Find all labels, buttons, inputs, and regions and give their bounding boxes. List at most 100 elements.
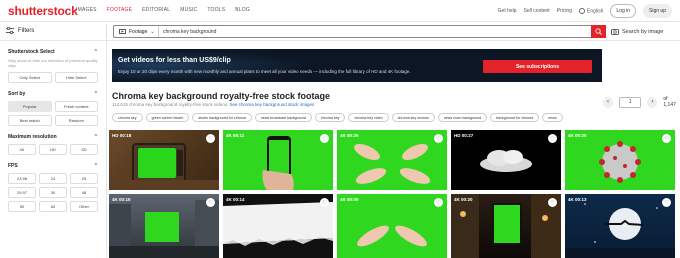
resolution-sd-option[interactable]: SD <box>70 144 98 155</box>
related-search-chip[interactable]: green screen beach <box>145 113 190 122</box>
shutterstock-logo[interactable]: shutterstock <box>8 4 78 18</box>
clip-info: 4K 00:26 <box>340 133 359 138</box>
sort-section-header[interactable]: Sort by ⌃ <box>8 91 98 97</box>
resolution-badge: 4K <box>340 133 346 138</box>
login-button[interactable]: Log in <box>610 4 637 18</box>
duration: 00:15 <box>119 197 131 202</box>
heart-icon[interactable]: ♡ <box>320 198 329 207</box>
video-thumbnail[interactable]: 4K 00:26 ♡ <box>337 130 447 190</box>
pricing-link[interactable]: Pricing <box>557 8 572 14</box>
fps-option[interactable]: Other <box>70 201 98 212</box>
video-thumbnail[interactable]: 4K 00:15 ♡ <box>109 194 219 258</box>
heart-icon[interactable]: ♡ <box>548 134 557 143</box>
related-search-chip[interactable]: chroma key video <box>348 113 389 122</box>
filter-sidebar: Shutterstock Select ⌃ Only show or hide o… <box>0 41 107 258</box>
fps-option[interactable]: 29.97 <box>8 187 36 198</box>
nav-footage[interactable]: FOOTAGE <box>107 7 132 13</box>
resolution-badge: HD <box>454 133 461 138</box>
next-page-button[interactable]: › <box>647 96 658 108</box>
duration: 00:26 <box>347 133 359 138</box>
related-search-chip[interactable]: studio background for chroma <box>192 113 252 122</box>
duration: 00:14 <box>233 197 245 202</box>
previous-page-button[interactable]: ‹ <box>603 96 614 108</box>
heart-icon[interactable]: ♡ <box>662 198 671 207</box>
heart-icon[interactable]: ♡ <box>548 198 557 207</box>
duration: 00:09 <box>347 197 359 202</box>
fps-option[interactable]: 48 <box>70 187 98 198</box>
sort-title: Sort by <box>8 91 26 97</box>
get-help-link[interactable]: Get help <box>498 8 517 14</box>
duration: 00:11 <box>233 133 245 138</box>
clip-info: HD 00:18 <box>112 133 131 138</box>
language-selector[interactable]: English <box>579 7 603 14</box>
related-search-chip[interactable]: background for chroma <box>490 113 540 122</box>
search-input[interactable] <box>159 26 591 37</box>
search-button[interactable] <box>591 25 606 38</box>
heart-icon[interactable]: ♡ <box>662 134 671 143</box>
clip-info: 4K 00:20 <box>568 133 587 138</box>
related-search-chip[interactable]: chroma key woman <box>391 113 435 122</box>
related-search-chip[interactable]: chroma key <box>314 113 346 122</box>
fps-section-header[interactable]: FPS ⌃ <box>8 163 98 169</box>
filters-toggle[interactable]: Filters <box>6 27 34 34</box>
fps-option[interactable]: 50 <box>8 201 36 212</box>
sort-popular-option[interactable]: Popular <box>8 101 52 112</box>
video-thumbnail[interactable]: HD 00:27 ♡ <box>451 130 561 190</box>
fps-option[interactable]: 30 <box>39 187 67 198</box>
signup-button[interactable]: Sign up <box>643 4 672 18</box>
resolution-title: Maximum resolution <box>8 134 57 140</box>
resolution-badge: 4K <box>112 197 118 202</box>
fps-option[interactable]: 25 <box>70 173 98 184</box>
sort-best-match-option[interactable]: Best match <box>8 115 52 126</box>
video-thumbnail[interactable]: 4K 00:13 ♡ <box>565 194 675 258</box>
nav-editorial[interactable]: EDITORIAL <box>142 7 170 13</box>
media-type-dropdown[interactable]: Footage ⌄ <box>114 26 159 37</box>
video-thumbnail[interactable]: 4K 00:14 ♡ <box>223 194 333 258</box>
page-number-input[interactable]: 1 <box>619 96 642 108</box>
search-row: Filters Footage ⌄ Search by image <box>0 22 680 41</box>
resolution-hd-option[interactable]: HD <box>39 144 67 155</box>
search-by-image-button[interactable]: Search by image <box>611 28 663 35</box>
heart-icon[interactable]: ♡ <box>434 134 443 143</box>
resolution-4k-option[interactable]: 4K <box>8 144 36 155</box>
duration: 00:27 <box>461 133 474 138</box>
heart-icon[interactable]: ♡ <box>206 134 215 143</box>
related-search-chip[interactable]: news <box>542 113 563 122</box>
heart-icon[interactable]: ♡ <box>434 198 443 207</box>
video-thumbnail[interactable]: HD 00:18 ♡ <box>109 130 219 190</box>
chevron-up-icon: ⌃ <box>93 49 98 55</box>
heart-icon[interactable]: ♡ <box>206 198 215 207</box>
sort-fresh-option[interactable]: Fresh content <box>54 101 98 112</box>
search-icon <box>595 28 602 35</box>
retro-tv-image <box>109 143 219 190</box>
virus-image <box>599 141 641 183</box>
video-thumbnail[interactable]: 4K 00:20 ♡ <box>451 194 561 258</box>
subscription-banner: Get videos for less than US$9/clip Enjoy… <box>112 49 602 82</box>
related-search-chip[interactable]: chroma key <box>112 113 143 122</box>
only-select-option[interactable]: Only Select <box>8 72 52 83</box>
chevron-up-icon: ⌃ <box>93 134 98 140</box>
sell-content-link[interactable]: Sell content <box>524 8 550 14</box>
heart-icon[interactable]: ♡ <box>320 134 329 143</box>
video-thumbnail[interactable]: 4K 00:09 ♡ <box>337 194 447 258</box>
resolution-badge: 4K <box>226 197 232 202</box>
fps-option[interactable]: 60 <box>39 201 67 212</box>
nav-images[interactable]: IMAGES <box>76 7 97 13</box>
sort-random-option[interactable]: Random <box>54 115 98 126</box>
results-count-text: 114,615 chroma key background royalty-fr… <box>112 102 229 107</box>
related-search-chip[interactable]: news broadcast background <box>254 113 312 122</box>
fps-option[interactable]: 24 <box>39 173 67 184</box>
select-section-header[interactable]: Shutterstock Select ⌃ <box>8 49 98 55</box>
nav-blog[interactable]: BLOG <box>235 7 250 13</box>
video-thumbnail[interactable]: 4K 00:11 ♡ <box>223 130 333 190</box>
video-thumbnail[interactable]: 4K 00:20 ♡ <box>565 130 675 190</box>
resolution-section-header[interactable]: Maximum resolution ⌃ <box>8 134 98 140</box>
hide-select-option[interactable]: Hide Select <box>54 72 98 83</box>
stock-images-link[interactable]: See chroma key background stock images <box>230 102 315 107</box>
related-search-chip[interactable]: news room background <box>437 113 488 122</box>
nav-music[interactable]: MUSIC <box>180 7 197 13</box>
nav-tools[interactable]: TOOLS <box>207 7 225 13</box>
fps-option[interactable]: 23.98 <box>8 173 36 184</box>
see-subscriptions-button[interactable]: See subscriptions <box>483 60 592 73</box>
chevron-up-icon: ⌃ <box>93 91 98 97</box>
